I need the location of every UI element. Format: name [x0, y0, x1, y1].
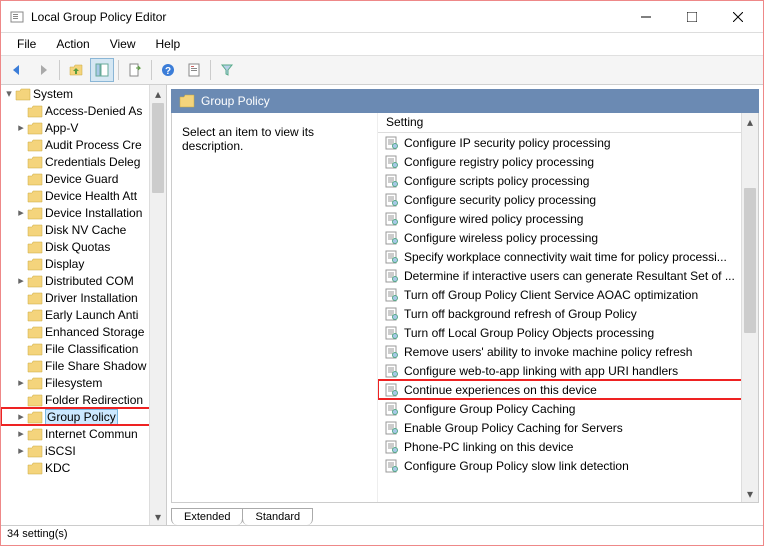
list-item[interactable]: Turn off Local Group Policy Objects proc…: [378, 323, 758, 342]
tree-item[interactable]: Access-Denied As: [1, 102, 166, 119]
tree-item[interactable]: File Classification: [1, 340, 166, 357]
menu-bar: File Action View Help: [1, 33, 763, 55]
list-scrollbar[interactable]: ▴ ▾: [741, 113, 758, 502]
scrollbar-thumb[interactable]: [744, 188, 756, 333]
list-item[interactable]: Remove users' ability to invoke machine …: [378, 342, 758, 361]
maximize-button[interactable]: [669, 2, 715, 32]
tree-item[interactable]: ▸Group Policy: [1, 408, 166, 425]
show-tree-button[interactable]: [90, 58, 114, 82]
description-pane: Select an item to view its description.: [172, 113, 378, 502]
tree-item[interactable]: Disk Quotas: [1, 238, 166, 255]
list-item[interactable]: Configure wired policy processing: [378, 209, 758, 228]
properties-button[interactable]: [182, 58, 206, 82]
filter-button[interactable]: [215, 58, 239, 82]
list-item[interactable]: Configure security policy processing: [378, 190, 758, 209]
scroll-down-icon[interactable]: ▾: [150, 508, 166, 525]
list-item[interactable]: Enable Group Policy Caching for Servers: [378, 418, 758, 437]
window-title: Local Group Policy Editor: [31, 10, 623, 24]
list-item[interactable]: Configure scripts policy processing: [378, 171, 758, 190]
tabs: Extended Standard: [171, 503, 759, 525]
list-item[interactable]: Phone-PC linking on this device: [378, 437, 758, 456]
list-item[interactable]: Configure wireless policy processing: [378, 228, 758, 247]
right-pane: Group Policy Select an item to view its …: [167, 85, 763, 525]
tree-item[interactable]: ▸Device Installation: [1, 204, 166, 221]
list-item[interactable]: Configure registry policy processing: [378, 152, 758, 171]
tree-item[interactable]: Folder Redirection: [1, 391, 166, 408]
tree-item[interactable]: Driver Installation: [1, 289, 166, 306]
list-item[interactable]: Configure Group Policy slow link detecti…: [378, 456, 758, 475]
toolbar-separator: [151, 60, 152, 80]
menu-action[interactable]: Action: [48, 35, 97, 53]
list-item[interactable]: Continue experiences on this device: [378, 380, 758, 399]
tree-item[interactable]: Device Health Att: [1, 187, 166, 204]
right-header: Group Policy: [171, 89, 759, 113]
tab-standard[interactable]: Standard: [242, 508, 313, 525]
scroll-up-icon[interactable]: ▴: [150, 85, 166, 102]
toolbar-separator: [118, 60, 119, 80]
toolbar-separator: [59, 60, 60, 80]
tab-extended[interactable]: Extended: [171, 508, 243, 525]
tree-item[interactable]: Audit Process Cre: [1, 136, 166, 153]
tree-item[interactable]: ▸Distributed COM: [1, 272, 166, 289]
tree-root[interactable]: ▾System: [1, 85, 166, 102]
tree-item[interactable]: Early Launch Anti: [1, 306, 166, 323]
tree-item[interactable]: Enhanced Storage: [1, 323, 166, 340]
list-item[interactable]: Configure IP security policy processing: [378, 133, 758, 152]
menu-view[interactable]: View: [102, 35, 144, 53]
folder-icon: [179, 94, 195, 108]
list-column-header[interactable]: Setting: [378, 113, 758, 133]
tree-item[interactable]: File Share Shadow: [1, 357, 166, 374]
app-icon: [9, 9, 25, 25]
up-level-button[interactable]: [64, 58, 88, 82]
main-area: ▾SystemAccess-Denied As▸App-VAudit Proce…: [1, 85, 763, 525]
tree-scrollbar[interactable]: ▴ ▾: [149, 85, 166, 525]
export-button[interactable]: [123, 58, 147, 82]
right-body: Select an item to view its description. …: [171, 113, 759, 503]
minimize-button[interactable]: [623, 2, 669, 32]
tree-item[interactable]: KDC: [1, 459, 166, 476]
scrollbar-thumb[interactable]: [152, 103, 164, 193]
status-bar: 34 setting(s): [1, 525, 763, 545]
tree-item[interactable]: Device Guard: [1, 170, 166, 187]
list-item[interactable]: Determine if interactive users can gener…: [378, 266, 758, 285]
list-item[interactable]: Configure Group Policy Caching: [378, 399, 758, 418]
tree-item[interactable]: Disk NV Cache: [1, 221, 166, 238]
list-pane: Setting Configure IP security policy pro…: [378, 113, 758, 502]
scroll-down-icon[interactable]: ▾: [742, 485, 758, 502]
list-item[interactable]: Configure web-to-app linking with app UR…: [378, 361, 758, 380]
title-bar: Local Group Policy Editor: [1, 1, 763, 33]
toolbar: ?: [1, 55, 763, 85]
toolbar-separator: [210, 60, 211, 80]
list-item[interactable]: Specify workplace connectivity wait time…: [378, 247, 758, 266]
close-button[interactable]: [715, 2, 761, 32]
list-item[interactable]: Turn off Group Policy Client Service AOA…: [378, 285, 758, 304]
menu-file[interactable]: File: [9, 35, 44, 53]
tree-item[interactable]: ▸Internet Commun: [1, 425, 166, 442]
right-header-title: Group Policy: [201, 94, 270, 108]
list-item[interactable]: Turn off background refresh of Group Pol…: [378, 304, 758, 323]
tree-item[interactable]: ▸App-V: [1, 119, 166, 136]
tree-item[interactable]: Display: [1, 255, 166, 272]
description-text: Select an item to view its description.: [182, 125, 367, 153]
tree-item[interactable]: Credentials Deleg: [1, 153, 166, 170]
tree-pane: ▾SystemAccess-Denied As▸App-VAudit Proce…: [1, 85, 167, 525]
tree-item[interactable]: ▸Filesystem: [1, 374, 166, 391]
back-button[interactable]: [5, 58, 29, 82]
tree-item[interactable]: ▸iSCSI: [1, 442, 166, 459]
scroll-up-icon[interactable]: ▴: [742, 113, 758, 130]
forward-button[interactable]: [31, 58, 55, 82]
